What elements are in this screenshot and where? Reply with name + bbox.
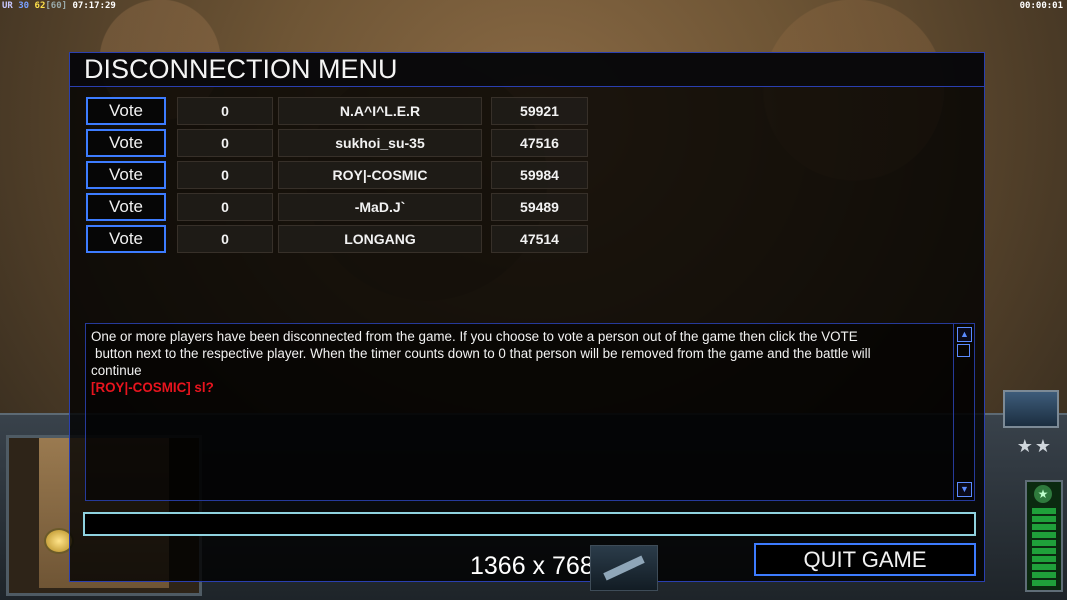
power-bars bbox=[1032, 508, 1056, 586]
satellite-icon[interactable] bbox=[1003, 390, 1059, 428]
hud-value-c: [60] bbox=[45, 1, 68, 11]
dialog-title: DISCONNECTION MENU bbox=[84, 54, 398, 84]
message-log[interactable]: One or more players have been disconnect… bbox=[85, 323, 975, 501]
message-scrollbar[interactable]: ▲ ▼ bbox=[953, 324, 974, 500]
player-timer: 0 bbox=[177, 129, 273, 157]
disconnection-dialog: DISCONNECTION MENU Vote 0 N.A^I^L.E.R 59… bbox=[69, 52, 985, 582]
player-timer: 0 bbox=[177, 161, 273, 189]
scroll-up-icon[interactable]: ▲ bbox=[957, 327, 972, 342]
power-meter: ★ bbox=[1025, 480, 1063, 592]
player-id: 59984 bbox=[491, 161, 588, 189]
player-name: LONGANG bbox=[278, 225, 482, 253]
player-name: sukhoi_su-35 bbox=[278, 129, 482, 157]
player-name: N.A^I^L.E.R bbox=[278, 97, 482, 125]
vote-button[interactable]: Vote bbox=[86, 97, 166, 125]
message-line: continue bbox=[91, 363, 142, 378]
player-timer: 0 bbox=[177, 97, 273, 125]
vote-button[interactable]: Vote bbox=[86, 193, 166, 221]
quit-game-button[interactable]: QUIT GAME bbox=[754, 543, 976, 576]
dialog-header: DISCONNECTION MENU bbox=[70, 53, 984, 87]
vote-button[interactable]: Vote bbox=[86, 161, 166, 189]
player-id: 59921 bbox=[491, 97, 588, 125]
player-id: 59489 bbox=[491, 193, 588, 221]
message-line: button next to the respective player. Wh… bbox=[95, 346, 871, 361]
message-line: One or more players have been disconnect… bbox=[91, 329, 858, 344]
hud-value-b: 62 bbox=[34, 1, 46, 11]
player-id: 47516 bbox=[491, 129, 588, 157]
player-name: ROY|-COSMIC bbox=[278, 161, 482, 189]
player-timer: 0 bbox=[177, 225, 273, 253]
chat-message: [ROY|-COSMIC] sl? bbox=[91, 380, 214, 395]
scroll-down-icon[interactable]: ▼ bbox=[957, 482, 972, 497]
hud-stats: UR 30 62[60] 07:17:29 bbox=[2, 1, 116, 11]
vote-button[interactable]: Vote bbox=[86, 129, 166, 157]
satellite-thumbnail-icon bbox=[590, 545, 658, 591]
hud-value-a: 30 bbox=[18, 1, 30, 11]
chat-input[interactable] bbox=[83, 512, 976, 536]
star-icon: ★ bbox=[1034, 485, 1052, 503]
player-name: -MaD.J` bbox=[278, 193, 482, 221]
player-timer: 0 bbox=[177, 193, 273, 221]
hud-clock: 07:17:29 bbox=[72, 1, 116, 11]
rank-stars-icon: ★★ bbox=[1016, 436, 1053, 456]
vote-button[interactable]: Vote bbox=[86, 225, 166, 253]
scroll-thumb[interactable] bbox=[957, 344, 970, 357]
top-hud: UR 30 62[60] 07:17:29 00:00:01 bbox=[0, 0, 1067, 12]
hud-ur: UR bbox=[2, 1, 13, 11]
resolution-label: 1366 x 768 bbox=[470, 552, 594, 580]
player-id: 47514 bbox=[491, 225, 588, 253]
message-text: One or more players have been disconnect… bbox=[91, 328, 951, 396]
game-timer: 00:00:01 bbox=[1019, 1, 1063, 11]
